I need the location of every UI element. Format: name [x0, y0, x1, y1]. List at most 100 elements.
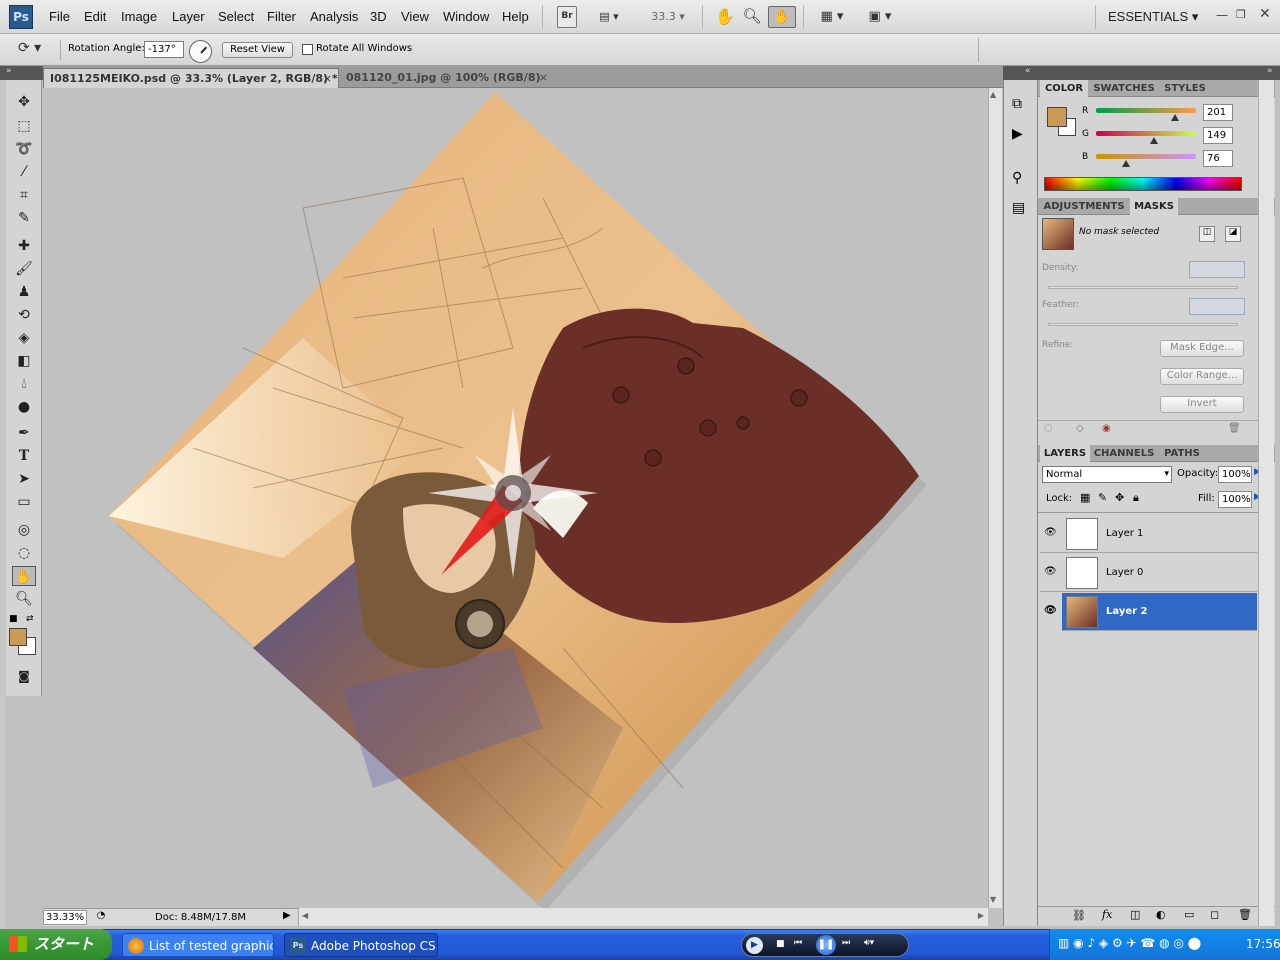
delete-mask-icon[interactable]: 🗑︎ [1228, 423, 1241, 434]
status-menu-icon[interactable]: ◔ [93, 910, 109, 925]
tool-preset-picker[interactable]: ⟳ ▾ [18, 40, 52, 60]
menu-view[interactable]: View [401, 9, 429, 24]
menu-window[interactable]: Window [443, 9, 489, 24]
previous-icon[interactable]: ⏮ [794, 938, 802, 948]
scroll-down-icon[interactable]: ▼ [990, 895, 996, 904]
actions-icon[interactable]: ▶ [1012, 126, 1023, 142]
media-player-icon[interactable]: ▶ [746, 937, 763, 954]
tray-icons[interactable]: ▥ ◉ ♪ ◈ ⚙ ✈ ☎ ◍ ◎ ⬤ [1058, 936, 1201, 950]
pause-icon[interactable]: ❚❚ [816, 935, 836, 955]
scroll-left-icon[interactable]: ◀ [302, 911, 308, 920]
delete-layer-icon[interactable]: 🗑︎ [1238, 908, 1252, 921]
menu-file[interactable]: File [49, 9, 70, 24]
eyedropper-tool-icon[interactable]: ✎ [12, 208, 36, 228]
link-layers-icon[interactable]: ⛓ [1072, 909, 1086, 922]
channel-r-value[interactable]: 201 [1203, 104, 1233, 121]
bridge-button[interactable]: Br [557, 6, 577, 28]
invert-button[interactable]: Invert [1160, 396, 1244, 413]
channel-b-value[interactable]: 76 [1203, 150, 1233, 167]
channel-g-value[interactable]: 149 [1203, 127, 1233, 144]
brush-tool-icon[interactable]: 🖌︎ [12, 259, 36, 279]
tab-layers[interactable]: LAYERS [1040, 445, 1090, 462]
arrange-documents-button[interactable]: ▦ ▾ [814, 6, 850, 28]
color-spectrum-bar[interactable] [1044, 177, 1242, 191]
gradient-tool-icon[interactable]: ◧ [12, 351, 36, 371]
menu-image[interactable]: Image [121, 9, 157, 24]
load-selection-icon[interactable]: ◌ [1044, 423, 1053, 434]
layer-comps-icon[interactable]: ▤ [1012, 200, 1025, 216]
channel-r-slider[interactable] [1096, 108, 1196, 113]
tab-channels[interactable]: CHANNELS [1092, 445, 1156, 462]
lock-all-icon[interactable]: 🔒︎ [1133, 491, 1139, 505]
layer-row-layer-1[interactable]: 👁︎ Layer 1 [1040, 515, 1257, 553]
foreground-color-swatch[interactable] [9, 628, 27, 646]
tab-paths[interactable]: PATHS [1158, 445, 1206, 462]
canvas-area[interactable] [43, 88, 988, 908]
crop-tool-icon[interactable]: ⌗ [12, 185, 36, 205]
mask-edge-button[interactable]: Mask Edge... [1160, 340, 1244, 357]
lock-image-icon[interactable]: ✎ [1098, 491, 1107, 504]
rotate-all-windows-checkbox[interactable] [302, 44, 313, 55]
layer-row-layer-0[interactable]: 👁︎ Layer 0 [1040, 554, 1257, 592]
new-group-icon[interactable]: ▭ [1184, 908, 1194, 921]
menu-3d[interactable]: 3D [370, 9, 387, 24]
density-slider[interactable] [1048, 286, 1238, 289]
taskbar-photoshop[interactable]: Ps Adobe Photoshop CS... [284, 933, 438, 957]
tab-swatches[interactable]: SWATCHES [1090, 80, 1158, 97]
channel-g-slider[interactable] [1096, 131, 1196, 136]
marquee-tool-icon[interactable]: ⬚ [12, 116, 36, 136]
extras-button[interactable]: ▤ ▾ [592, 6, 626, 28]
healing-brush-tool-icon[interactable]: ✚ [12, 236, 36, 256]
close-icon[interactable]: ✕ [1259, 6, 1271, 22]
restore-icon[interactable]: ❐ [1236, 8, 1246, 21]
reset-view-button[interactable]: Reset View [222, 42, 293, 58]
blur-tool-icon[interactable]: 💧︎ [12, 374, 36, 394]
tab-masks[interactable]: MASKS [1130, 198, 1178, 215]
stop-icon[interactable]: ■ [776, 939, 785, 949]
status-arrow-icon[interactable]: ▶ [283, 910, 291, 921]
history-icon[interactable]: ⧉ [1012, 96, 1022, 112]
opacity-input[interactable]: 100% [1218, 466, 1252, 483]
menu-select[interactable]: Select [218, 9, 254, 24]
path-selection-tool-icon[interactable]: ➤ [12, 469, 36, 489]
lock-position-icon[interactable]: ✥ [1115, 491, 1124, 504]
fill-input[interactable]: 100% [1218, 491, 1252, 508]
default-colors-icon[interactable]: ■ [9, 614, 18, 624]
panel-dock-header[interactable]: « » [1003, 66, 1280, 80]
close-tab-icon[interactable]: × [539, 68, 548, 87]
apply-mask-icon[interactable]: ◇ [1076, 423, 1084, 434]
workspace-switcher[interactable]: ESSENTIALS ▾ [1108, 9, 1198, 25]
add-vector-mask-icon[interactable]: ◪ [1225, 226, 1241, 242]
layer-style-icon[interactable]: fx [1102, 908, 1112, 921]
rotation-angle-input[interactable] [144, 41, 184, 58]
vertical-scrollbar[interactable]: ▲ ▼ [988, 88, 1002, 908]
channel-r-thumb[interactable] [1171, 114, 1179, 121]
add-mask-icon[interactable]: ◫ [1130, 908, 1140, 921]
toolbox-header[interactable]: » [0, 66, 43, 80]
next-icon[interactable]: ⏭ [842, 938, 850, 948]
scroll-up-icon[interactable]: ▲ [990, 90, 996, 99]
swap-colors-icon[interactable]: ⇄ [26, 614, 34, 624]
minimize-icon[interactable]: — [1216, 8, 1228, 22]
move-tool-icon[interactable]: ✥ [12, 92, 36, 112]
rotate-view-tool-icon[interactable]: ✋ [12, 566, 36, 586]
volume-icon[interactable]: 🔊︎▾ [864, 938, 874, 948]
hand-tool-button[interactable]: ✋ [714, 6, 736, 28]
density-input[interactable] [1189, 261, 1245, 278]
panel-scrollbar[interactable] [1258, 80, 1274, 926]
blend-mode-select[interactable]: Normal ▾ [1042, 466, 1172, 483]
quick-mask-icon[interactable]: ◙ [12, 666, 36, 686]
screen-mode-button[interactable]: ▣ ▾ [862, 6, 898, 28]
menu-analysis[interactable]: Analysis [310, 9, 358, 24]
taskbar-firefox[interactable]: List of tested graphic... [122, 933, 274, 957]
color-range-button[interactable]: Color Range... [1160, 368, 1244, 385]
menu-edit[interactable]: Edit [84, 9, 106, 24]
quick-selection-tool-icon[interactable]: ⁄ [12, 162, 36, 182]
menu-layer[interactable]: Layer [172, 9, 205, 24]
visibility-eye-icon[interactable]: 👁︎ [1044, 566, 1058, 578]
visibility-eye-icon[interactable]: 👁︎ [1044, 527, 1058, 539]
feather-input[interactable] [1189, 298, 1245, 315]
visibility-eye-icon[interactable]: 👁︎ [1040, 593, 1062, 631]
add-pixel-mask-icon[interactable]: ◫ [1199, 226, 1215, 242]
type-tool-icon[interactable]: T [12, 446, 36, 466]
